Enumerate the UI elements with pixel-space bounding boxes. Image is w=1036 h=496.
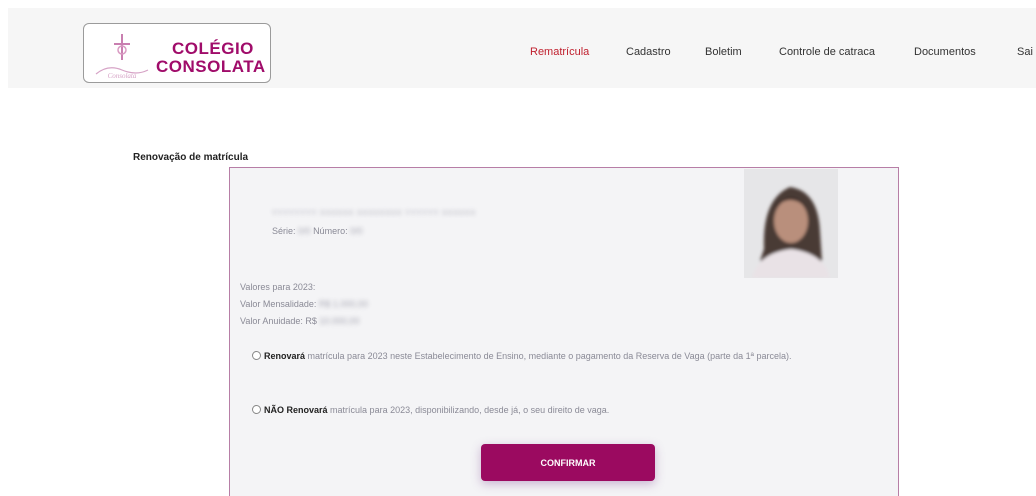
- nav-controle-de-catraca[interactable]: Controle de catraca: [779, 46, 875, 58]
- school-logo[interactable]: Consolata COLÉGIO CONSOLATA: [83, 23, 271, 83]
- top-strip: [0, 0, 1036, 8]
- renewal-card: YYYYYYYY XXXXXX XXXXXXXX YYYYYY XXXXXX S…: [229, 167, 899, 496]
- mensalidade-value: R$ 1.000,00: [318, 299, 368, 309]
- serie-label: Série:: [272, 226, 296, 236]
- logo-line-1: COLÉGIO: [172, 39, 254, 58]
- renew-bold-label: Renovará: [264, 351, 306, 361]
- not-renew-bold-label: NÃO Renovará: [264, 405, 328, 415]
- mensalidade-row: Valor Mensalidade: R$ 1.000,00: [240, 299, 368, 309]
- nav-sair[interactable]: Sai: [1017, 46, 1033, 58]
- nav-rematricula[interactable]: Rematrícula: [530, 46, 589, 58]
- nav-cadastro[interactable]: Cadastro: [626, 46, 671, 58]
- student-photo: [744, 169, 838, 278]
- anuidade-label: Valor Anuidade: R$: [240, 316, 317, 326]
- student-photo-icon: [744, 169, 838, 278]
- not-renew-text: matrícula para 2023, disponibilizando, d…: [330, 405, 610, 415]
- nav-documentos[interactable]: Documentos: [914, 46, 976, 58]
- serie-value: 0/0: [298, 226, 311, 236]
- not-renew-option[interactable]: NÃO Renovará matrícula para 2023, dispon…: [240, 402, 680, 419]
- anuidade-row: Valor Anuidade: R$ 10.000,00: [240, 316, 359, 326]
- logo-emblem-icon: Consolata: [95, 34, 149, 80]
- student-class-row: Série: 0/0 Número: 0/0: [272, 226, 363, 236]
- renew-option[interactable]: Renovará matrícula para 2023 neste Estab…: [240, 348, 890, 365]
- nav-boletim[interactable]: Boletim: [705, 46, 742, 58]
- navbar: Consolata COLÉGIO CONSOLATA Rematrícula …: [8, 8, 1036, 88]
- svg-text:Consolata: Consolata: [108, 72, 137, 80]
- page-title: Renovação de matrícula: [133, 152, 249, 163]
- anuidade-value: 10.000,00: [319, 316, 360, 326]
- logo-line-2: CONSOLATA: [156, 57, 266, 76]
- renew-text: matrícula para 2023 neste Estabeleciment…: [307, 351, 792, 361]
- numero-value: 0/0: [350, 226, 363, 236]
- student-name: YYYYYYYY XXXXXX XXXXXXXX YYYYYY XXXXXX: [272, 210, 477, 217]
- values-heading: Valores para 2023:: [240, 282, 316, 292]
- mensalidade-label: Valor Mensalidade:: [240, 299, 317, 309]
- confirm-button[interactable]: CONFIRMAR: [481, 444, 655, 481]
- numero-label: Número:: [313, 226, 348, 236]
- not-renew-radio[interactable]: [252, 405, 261, 414]
- renew-radio[interactable]: [252, 351, 261, 360]
